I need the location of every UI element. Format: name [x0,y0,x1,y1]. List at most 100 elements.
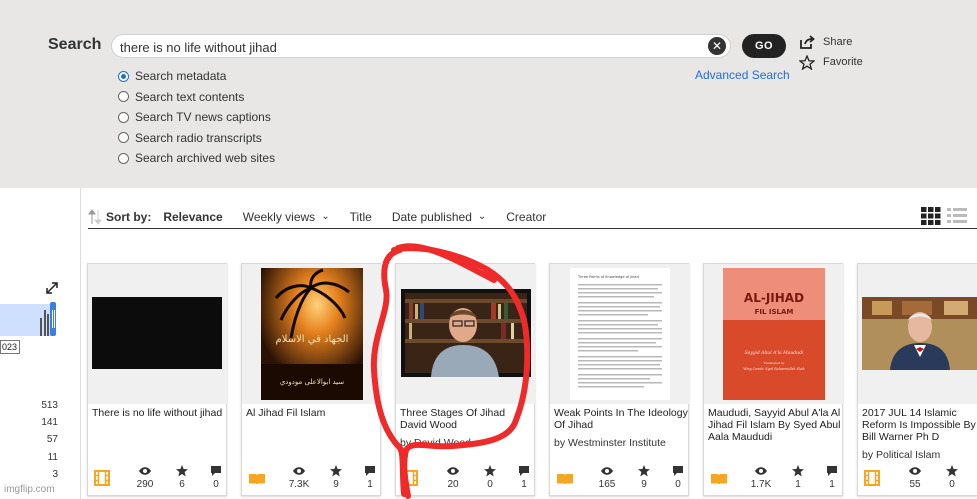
search-option-radio[interactable]: Search radio transcripts [118,128,275,149]
sort-creator[interactable]: Creator [506,210,546,224]
card-stats: 7.3K 9 1 [242,462,382,492]
imgflip-watermark: imgflip.com [4,484,55,495]
card-stats: 20 0 1 [396,462,536,492]
card-title[interactable]: Weak Points In The Ideology Of Jihad [554,407,688,431]
book-icon [557,474,573,485]
favorites-count: 9 [641,479,647,490]
views-stat: 55 [901,465,929,490]
go-button[interactable]: GO [742,34,786,58]
advanced-search-link[interactable]: Advanced Search [695,68,790,82]
sort-weekly-views[interactable]: Weekly views ⌄ [243,210,330,224]
result-card[interactable]: AL-JIHAD FIL ISLAM Sayyid Abul A'la Maud… [703,263,844,496]
chevron-down-icon: ⌄ [477,211,487,222]
favorites-stat: 9 [322,465,350,490]
views-count: 7.3K [288,479,310,490]
year-range-label: 023 [0,340,20,354]
reviews-count: 1 [829,479,835,490]
book-icon [249,474,265,485]
radio-button[interactable] [118,111,129,123]
share-icon [800,35,815,49]
card-thumbnail[interactable] [396,264,536,404]
share-label: Share [823,36,853,48]
radio-button[interactable] [118,91,129,103]
card-title[interactable]: Maududi, Sayyid Abul A'la Al Jihad Fil I… [708,407,842,443]
sort-title[interactable]: Title [350,210,372,224]
comment-icon [673,466,683,476]
card-thumbnail[interactable]: Three Points of Knowledge of Jihad [550,264,690,404]
search-type-options: Search metadata Search text contents Sea… [118,66,275,169]
search-option-label: Search radio transcripts [135,130,262,145]
film-icon [94,470,110,486]
views-count: 1.7K [750,479,772,490]
favorite-button[interactable]: Favorite [799,54,863,70]
sort-date-published[interactable]: Date published ⌄ [392,210,486,224]
book-cover-thumbnail: AL-JIHAD FIL ISLAM Sayyid Abul A'la Maud… [723,268,825,400]
sort-option-label: Date published [391,209,472,224]
favorites-count: 9 [333,479,339,490]
year-histogram[interactable] [0,300,58,340]
search-option-label: Search TV news captions [135,110,271,125]
sort-relevance[interactable]: Relevance [163,210,222,224]
result-card[interactable]: Three Stages Of Jihad David Wood by Davi… [395,263,536,496]
radio-button[interactable] [118,70,129,82]
favorite-label: Favorite [823,56,863,68]
card-creator: by Political Islam [862,449,941,461]
favorites-stat: 9 [630,465,658,490]
card-stats: 165 9 0 [550,462,690,492]
card-stats: 1.7K 1 1 [704,462,844,492]
book-cover-title: AL-JIHAD [744,291,804,305]
star-icon [638,465,650,477]
book-arabic-author: سيد ابوالاعلى مودودي [280,378,344,386]
sort-option-label: Relevance [163,209,223,224]
search-box[interactable]: ✕ [111,34,731,58]
card-thumbnail[interactable] [88,264,228,404]
search-option-web[interactable]: Search archived web sites [118,148,275,169]
radio-button[interactable] [118,152,129,164]
list-view-icon[interactable] [947,207,967,225]
card-title[interactable]: Three Stages Of Jihad David Wood [400,407,534,431]
search-option-label: Search text contents [135,89,245,104]
reviews-stat: 0 [202,465,230,490]
facet-count: 141 [41,417,58,429]
card-thumbnail[interactable] [858,264,977,404]
card-title[interactable]: There is no life without jihad [92,407,226,419]
search-label: Search [48,36,102,53]
radio-button[interactable] [118,132,129,144]
favorites-stat: 0 [476,465,504,490]
result-card[interactable]: Three Points of Knowledge of Jihad Weak … [549,263,690,496]
search-panel: Search ✕ GO Advanced Search Share Favori… [0,0,977,188]
search-option-label: Search metadata [135,69,227,84]
card-stats: 290 6 0 [88,462,228,492]
search-option-tv[interactable]: Search TV news captions [118,107,275,128]
comment-icon [827,466,837,476]
card-stats: 55 0 [858,462,977,492]
eye-icon [139,467,151,475]
expand-icon[interactable] [46,282,58,294]
card-title[interactable]: 2017 JUL 14 Islamic Reform Is Impossible… [862,407,977,443]
card-thumbnail[interactable]: AL-JIHAD FIL ISLAM Sayyid Abul A'la Maud… [704,264,844,404]
search-option-label: Search archived web sites [135,151,276,166]
document-heading: Three Points of Knowledge of Jihad [577,275,639,279]
grid-view-icon[interactable] [921,207,941,225]
book-arabic-title: الجهاد في الاسلام [276,334,349,345]
result-card[interactable]: الجهاد في الاسلام سيد ابوالاعلى مودودي A… [241,263,382,496]
film-icon [402,470,418,486]
favorites-count: 1 [795,479,801,490]
reviews-count: 0 [675,479,681,490]
clear-search-button[interactable]: ✕ [708,37,726,55]
card-title[interactable]: Al Jihad Fil Islam [246,407,380,419]
sort-option-label: Creator [506,209,547,224]
search-option-metadata[interactable]: Search metadata [118,66,275,87]
result-card[interactable]: 2017 JUL 14 Islamic Reform Is Impossible… [857,263,977,496]
card-creator: by Westminster Institute [554,437,666,449]
card-thumbnail[interactable]: الجهاد في الاسلام سيد ابوالاعلى مودودي [242,264,382,404]
book-cover-translator: Wing Comdr. Syed Raheemullah Shah [743,367,804,371]
share-button[interactable]: Share [799,34,852,50]
sort-option-label: Title [349,209,372,224]
result-card[interactable]: There is no life without jihad 290 6 0 [87,263,228,496]
search-option-text[interactable]: Search text contents [118,87,275,108]
reviews-stat: 1 [510,465,538,490]
favorites-count: 6 [179,479,185,490]
search-input[interactable] [120,38,700,56]
comment-icon [211,466,221,476]
